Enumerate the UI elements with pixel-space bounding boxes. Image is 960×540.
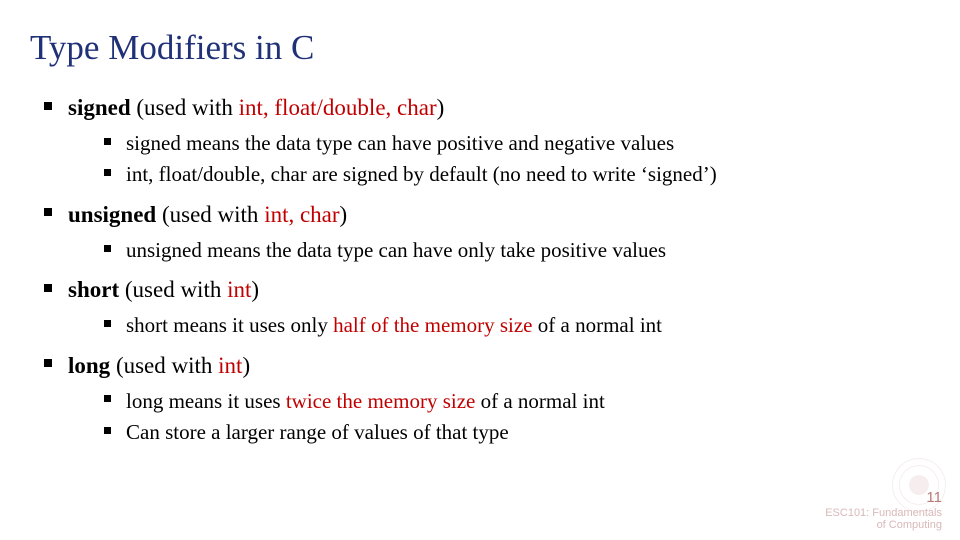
slide-title: Type Modifiers in C: [30, 28, 930, 68]
modifier-name: unsigned: [68, 202, 156, 227]
modifier-name: signed: [68, 95, 131, 120]
list-item: short means it uses only half of the mem…: [102, 311, 930, 339]
text: short means it uses only: [126, 313, 333, 337]
text: (used with: [156, 202, 264, 227]
type-list: int: [218, 353, 242, 378]
sub-list: unsigned means the data type can have on…: [102, 236, 930, 264]
type-list: int: [227, 277, 251, 302]
course-code: ESC101: Fundamentals of Computing: [825, 507, 942, 532]
list-item: unsigned (used with int, char) unsigned …: [40, 199, 930, 264]
text: ESC101: Fundamentals: [825, 507, 942, 519]
list-item: int, float/double, char are signed by de…: [102, 160, 930, 188]
list-item: long means it uses twice the memory size…: [102, 387, 930, 415]
text: signed means the data type can have posi…: [126, 131, 674, 155]
bullet-list: signed (used with int, float/double, cha…: [40, 92, 930, 446]
text: ): [242, 353, 250, 378]
text: unsigned means the data type can have on…: [126, 238, 666, 262]
text: (used with: [131, 95, 239, 120]
list-item: unsigned means the data type can have on…: [102, 236, 930, 264]
accent-text: half of the memory size: [333, 313, 532, 337]
text: ): [340, 202, 348, 227]
text: of a normal int: [533, 313, 662, 337]
sub-list: long means it uses twice the memory size…: [102, 387, 930, 447]
text: (used with: [119, 277, 227, 302]
list-item: signed (used with int, float/double, cha…: [40, 92, 930, 189]
list-item: short (used with int) short means it use…: [40, 274, 930, 339]
accent-text: twice the memory size: [286, 389, 476, 413]
modifier-name: short: [68, 277, 119, 302]
text: (used with: [110, 353, 218, 378]
text: long means it uses: [126, 389, 286, 413]
list-item: Can store a larger range of values of th…: [102, 418, 930, 446]
text: of a normal int: [475, 389, 604, 413]
text: int, float/double, char are signed by de…: [126, 162, 717, 186]
type-list: int, float/double, char: [239, 95, 437, 120]
slide: Type Modifiers in C signed (used with in…: [0, 0, 960, 540]
list-item: long (used with int) long means it uses …: [40, 350, 930, 447]
slide-footer: 11 ESC101: Fundamentals of Computing: [825, 489, 942, 532]
sub-list: short means it uses only half of the mem…: [102, 311, 930, 339]
page-number: 11: [825, 489, 942, 506]
sub-list: signed means the data type can have posi…: [102, 129, 930, 189]
list-item: signed means the data type can have posi…: [102, 129, 930, 157]
type-list: int, char: [264, 202, 339, 227]
text: ): [437, 95, 445, 120]
modifier-name: long: [68, 353, 110, 378]
text: ): [251, 277, 259, 302]
text: Can store a larger range of values of th…: [126, 420, 509, 444]
text: of Computing: [877, 519, 942, 531]
